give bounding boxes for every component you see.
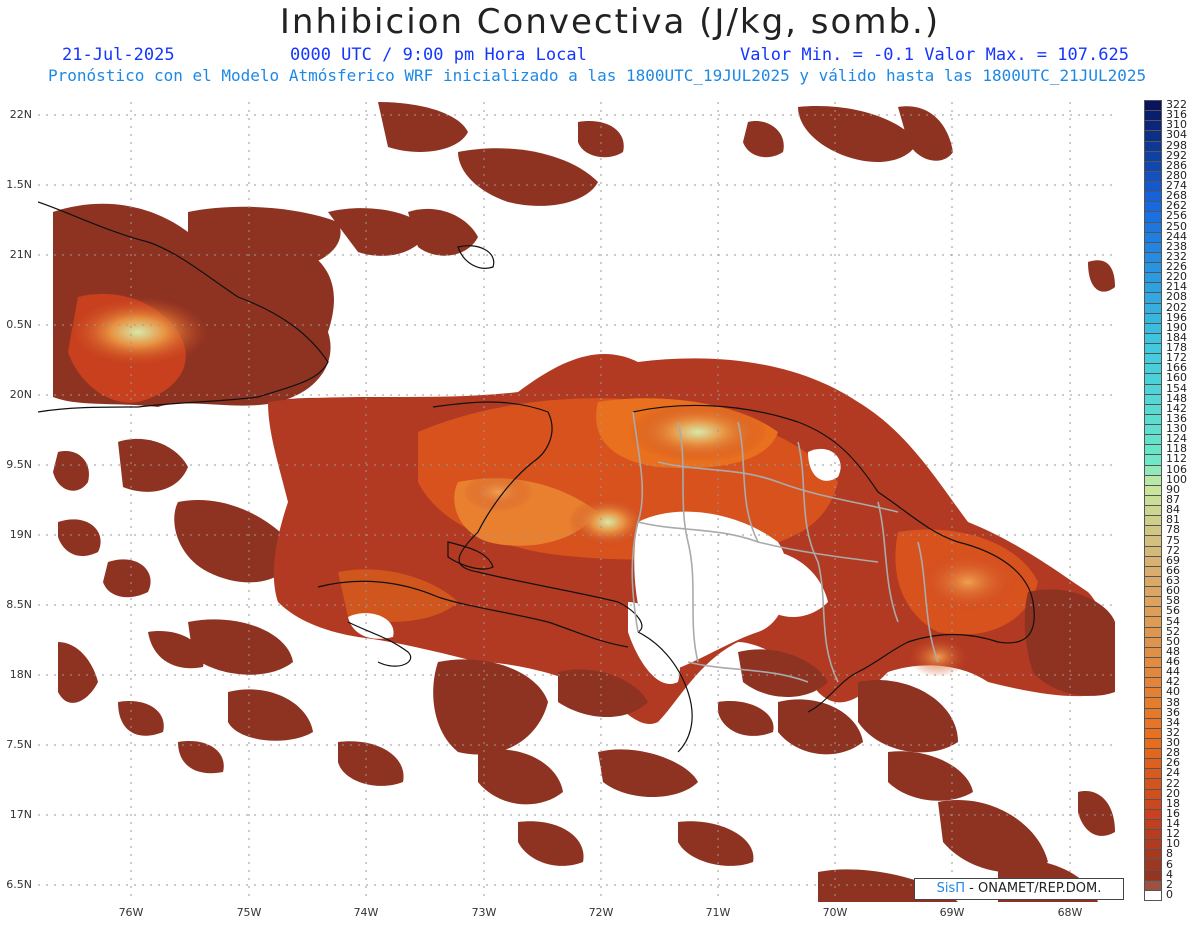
legend-swatch <box>1144 889 1162 901</box>
lat-label: 7.5N <box>6 738 32 751</box>
lat-label: 18N <box>9 668 32 681</box>
lat-label: 1.5N <box>6 178 32 191</box>
sis-logo-text: SisΠ <box>936 881 966 896</box>
map-title: Inhibicion Convectiva (J/kg, somb.) <box>279 2 941 42</box>
lon-label: 72W <box>588 906 614 919</box>
lon-label: 68W <box>1057 906 1083 919</box>
lat-label: 6.5N <box>6 878 32 891</box>
lat-label: 17N <box>9 808 32 821</box>
lat-label: 22N <box>9 108 32 121</box>
lat-label: 19N <box>9 528 32 541</box>
lon-label: 69W <box>939 906 965 919</box>
credit-text: - ONAMET/REP.DOM. <box>969 881 1102 896</box>
cin-map <box>38 102 1115 902</box>
credit-box: SisΠ - ONAMET/REP.DOM. <box>914 878 1124 900</box>
model-subtitle: Pronóstico con el Modelo Atmósferico WRF… <box>48 66 1147 85</box>
lat-label: 8.5N <box>6 598 32 611</box>
legend-label: 0 <box>1166 887 1173 901</box>
lat-label: 21N <box>9 248 32 261</box>
lat-label: 0.5N <box>6 318 32 331</box>
lon-label: 76W <box>118 906 144 919</box>
lon-label: 73W <box>471 906 497 919</box>
forecast-time: 0000 UTC / 9:00 pm Hora Local <box>290 45 587 65</box>
lon-label: 75W <box>236 906 262 919</box>
lon-label: 74W <box>353 906 379 919</box>
lat-label: 9.5N <box>6 458 32 471</box>
lat-label: 20N <box>9 388 32 401</box>
min-max-values: Valor Min. = -0.1 Valor Max. = 107.625 <box>740 45 1129 65</box>
forecast-date: 21-Jul-2025 <box>62 45 175 65</box>
lon-label: 71W <box>705 906 731 919</box>
lon-label: 70W <box>822 906 848 919</box>
